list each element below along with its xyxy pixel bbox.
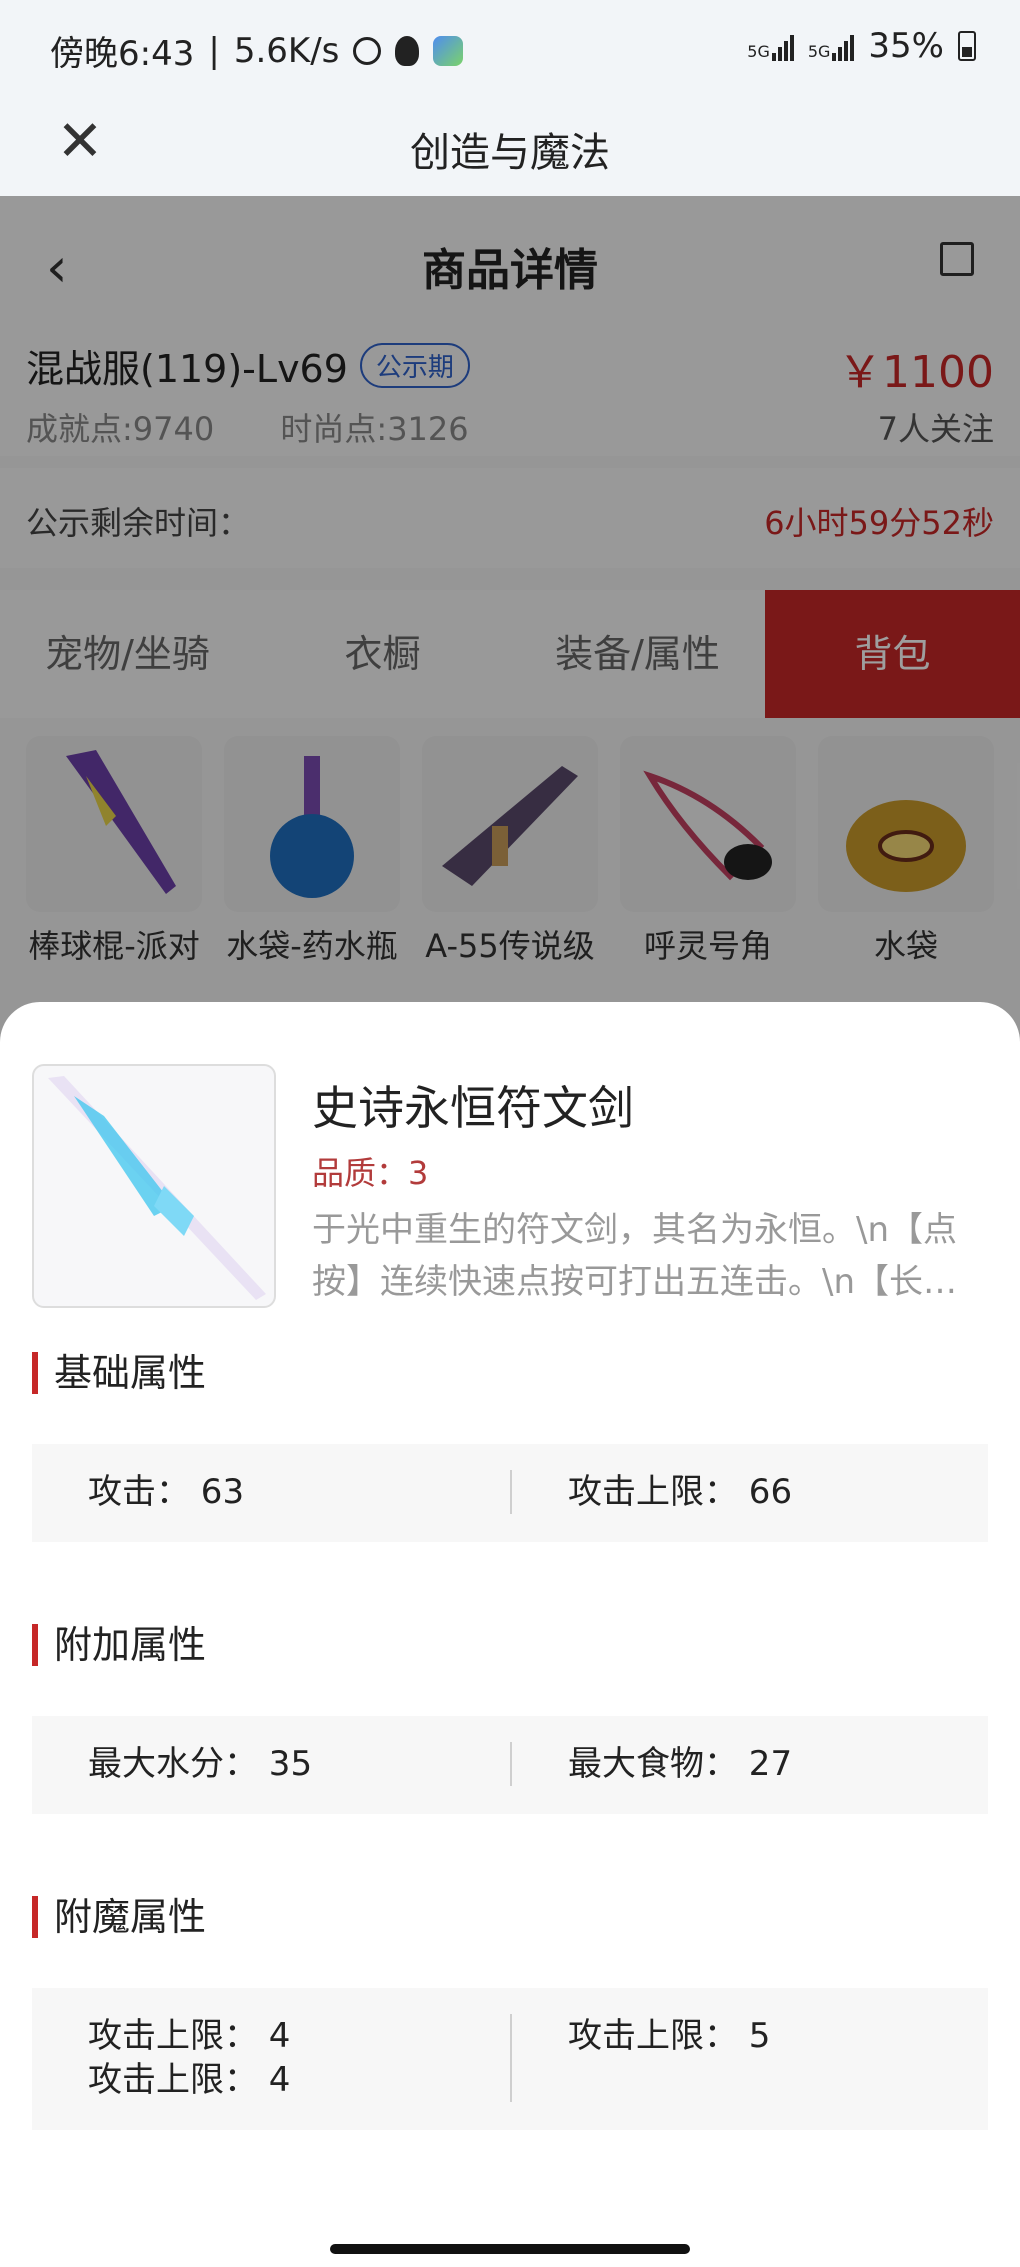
app-bar: ✕ 创造与魔法 <box>0 92 1020 196</box>
attr-max-food: 最大食物： 27 <box>568 1744 793 1784</box>
status-network-speed: 5.6K/s <box>233 30 340 71</box>
attr-attack: 攻击： 63 <box>88 1472 245 1512</box>
attr-enchant-attack-max-3: 攻击上限： 5 <box>568 2016 771 2056</box>
attr-box-extra: 最大水分： 35 最大食物： 27 <box>32 1716 988 1814</box>
section-title-enchant: 附魔属性 <box>32 1896 206 1938</box>
attr-enchant-attack-max-2: 攻击上限： 4 <box>88 2060 291 2100</box>
app-title: 创造与魔法 <box>410 130 610 176</box>
app-notification-icon <box>433 35 464 66</box>
section-title-extra: 附加属性 <box>32 1624 206 1666</box>
battery-icon <box>958 31 976 61</box>
battery-percent: 35% <box>868 26 944 66</box>
status-left: 傍晚6:43 | 5.6K/s <box>50 26 464 75</box>
status-time: 傍晚6:43 <box>50 34 195 74</box>
signal-icon-1: 5G <box>747 31 794 61</box>
item-description: 于光中重生的符文剑，其名为永恒。\n【点按】连续快速点按可打出五连击。\n【长… <box>312 1210 958 1302</box>
quality-value: 3 <box>408 1154 429 1192</box>
rune-sword-icon <box>32 1064 276 1308</box>
home-indicator[interactable] <box>330 2244 690 2254</box>
attr-max-water: 最大水分： 35 <box>88 1744 313 1784</box>
alarm-icon <box>353 36 382 65</box>
status-bar: 傍晚6:43 | 5.6K/s 5G 5G 35% <box>0 0 1020 92</box>
status-right: 5G 5G 35% <box>747 26 976 66</box>
signal-icon-2: 5G <box>808 31 855 61</box>
attr-box-basic: 攻击： 63 攻击上限： 66 <box>32 1444 988 1542</box>
item-quality: 品质：3 <box>312 1154 429 1192</box>
attr-enchant-attack-max-1: 攻击上限： 4 <box>88 2016 291 2056</box>
item-detail-sheet: 史诗永恒符文剑 品质：3 于光中重生的符文剑，其名为永恒。\n【点按】连续快速点… <box>0 1002 1020 2267</box>
attr-attack-max: 攻击上限： 66 <box>568 1472 793 1512</box>
section-title-basic: 基础属性 <box>32 1352 206 1394</box>
qq-icon <box>395 35 420 66</box>
attr-box-enchant: 攻击上限： 4 攻击上限： 4 攻击上限： 5 <box>32 1988 988 2130</box>
item-name: 史诗永恒符文剑 <box>312 1081 634 1135</box>
